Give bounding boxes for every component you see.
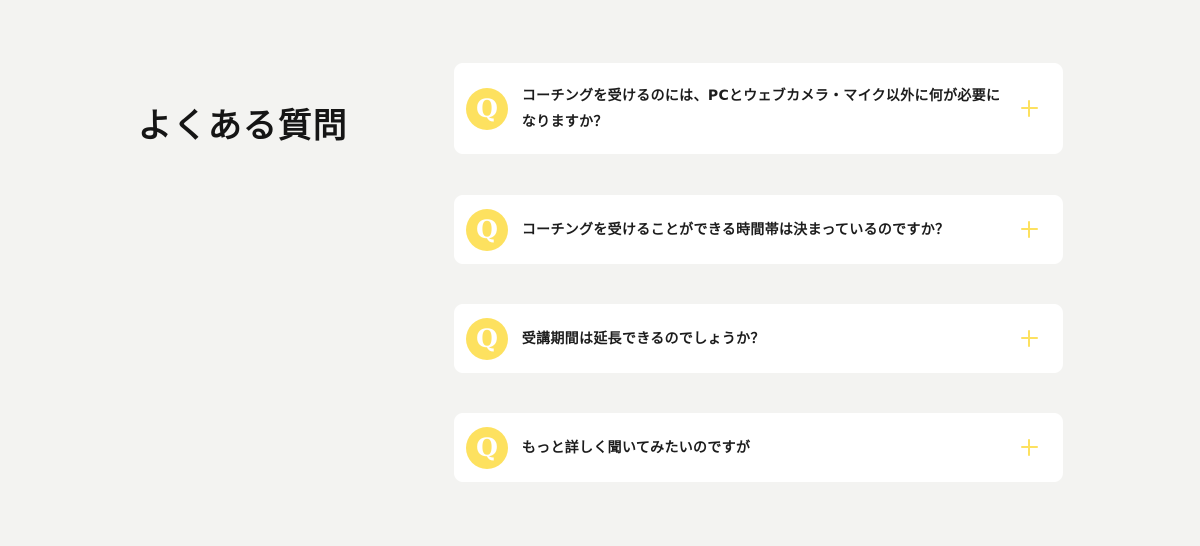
faq-question: コーチングを受けるのには、PCとウェブカメラ・マイク以外に何が必要になりますか？ <box>522 87 1001 130</box>
faq-question: コーチングを受けることができる時間帯は決まっているのですか？ <box>522 221 950 238</box>
q-badge-label: Q <box>476 214 498 244</box>
faq-question: もっと詳しく聞いてみたいのですが <box>522 439 751 456</box>
faq-item-4[interactable]: Q もっと詳しく聞いてみたいのですが <box>454 413 1063 482</box>
plus-icon[interactable] <box>1021 330 1038 347</box>
faq-question: 受講期間は延長できるのでしょうか？ <box>522 330 765 347</box>
plus-icon[interactable] <box>1021 221 1038 238</box>
q-badge-label: Q <box>476 323 498 353</box>
q-badge-icon: Q <box>466 317 508 360</box>
faq-item-3[interactable]: Q 受講期間は延長できるのでしょうか？ <box>454 304 1063 373</box>
faq-item-1[interactable]: Q コーチングを受けるのには、PCとウェブカメラ・マイク以外に何が必要になります… <box>454 63 1063 154</box>
q-badge-icon: Q <box>466 87 508 130</box>
q-badge-icon: Q <box>466 208 508 251</box>
plus-icon[interactable] <box>1021 100 1038 117</box>
faq-item-2[interactable]: Q コーチングを受けることができる時間帯は決まっているのですか？ <box>454 195 1063 264</box>
section-title: よくある質問 <box>138 106 348 146</box>
q-badge-icon: Q <box>466 426 508 469</box>
q-badge-label: Q <box>476 93 498 123</box>
faq-section: よくある質問 Q コーチングを受けるのには、PCとウェブカメラ・マイク以外に何が… <box>0 0 1200 546</box>
q-badge-label: Q <box>476 432 498 462</box>
plus-icon[interactable] <box>1021 439 1038 456</box>
